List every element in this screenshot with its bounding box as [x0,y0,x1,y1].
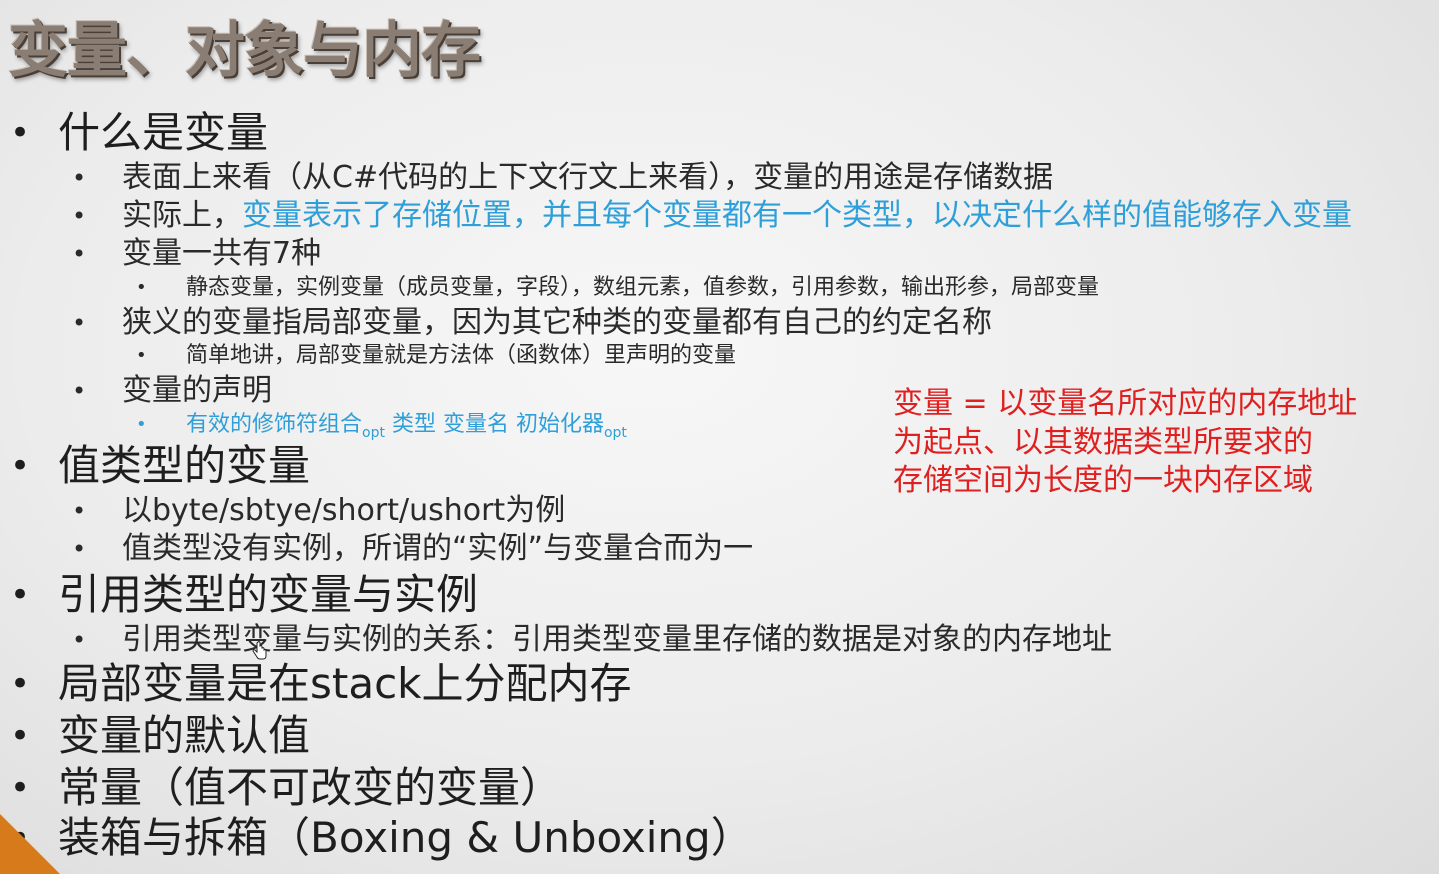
bullet-dot-icon: • [136,277,147,298]
bullet-value-type-variable: • 值类型的变量 [10,441,311,491]
hand-cursor-icon [252,641,268,665]
bullet-dot-icon: • [10,113,31,153]
bullet-default-value: • 变量的默认值 [10,711,311,761]
bullet-text: 值类型没有实例，所谓的“实例”与变量合而为一 [122,531,754,566]
bullet-reference-type-variable: • 引用类型的变量与实例 [10,570,479,620]
bullet-text: 装箱与拆箱（Boxing & Unboxing） [58,813,753,862]
sub-bullet-byte-example: • 以byte/sbtye/short/ushort为例 [72,492,566,530]
bullet-text: 引用类型的变量与实例 [58,570,479,619]
bullet-dot-icon: • [10,575,31,615]
sub-bullet-reference-relation: • 引用类型变量与实例的关系：引用类型变量里存储的数据是对象的内存地址 [72,621,1112,659]
bullet-boxing: • 装箱与拆箱（Boxing & Unboxing） [10,813,753,863]
bullet-text: 什么是变量 [58,108,269,157]
bullet-text: 常量（值不可改变的变量） [58,763,563,812]
bullet-dot-icon: • [72,164,87,192]
corner-decoration [0,814,60,874]
syntax-modifiers: 有效的修饰符组合 [186,412,363,437]
bullet-highlight-text: 变量表示了存储位置，并且每个变量都有一个类型，以决定什么样的值能够存入变量 [242,198,1352,233]
bullet-text: 变量一共有7种 [122,236,322,271]
bullet-dot-icon: • [72,377,87,405]
bullet-text: 狭义的变量指局部变量，因为其它种类的变量都有自己的约定名称 [122,305,992,340]
bullet-dot-icon: • [72,309,87,337]
callout-line: 存储空间为长度的一块内存区域 [893,463,1313,498]
sub-bullet-surface: • 表面上来看（从C#代码的上下文行文上来看），变量的用途是存储数据 [72,159,1054,197]
sub-bullet-narrow-sense: • 狭义的变量指局部变量，因为其它种类的变量都有自己的约定名称 [72,304,992,342]
bullet-dot-icon: • [10,768,31,808]
slide-title: 变量、对象与内存 [8,16,481,86]
bullet-text: 静态变量，实例变量（成员变量，字段），数组元素，值参数，引用参数，输出形参，局部… [186,275,1100,300]
bullet-constant: • 常量（值不可改变的变量） [10,763,563,813]
bullet-text: 值类型的变量 [58,441,311,490]
bullet-dot-icon: • [72,202,87,230]
bullet-dot-icon: • [72,626,87,654]
bullet-text: 变量的声明 [122,373,272,408]
bullet-text: 简单地讲，局部变量就是方法体（函数体）里声明的变量 [186,343,737,368]
bullet-dot-icon: • [72,497,87,525]
syntax-type-name-init: 类型 变量名 初始化器 [384,412,604,437]
sub-bullet-declaration: • 变量的声明 [72,372,272,410]
sub-sub-bullet-local-variable: • 简单地讲，局部变量就是方法体（函数体）里声明的变量 [136,341,737,371]
bullet-text: 实际上， [122,198,242,233]
bullet-stack-allocation: • 局部变量是在stack上分配内存 [10,659,632,709]
bullet-what-is-variable: • 什么是变量 [10,108,269,158]
sub-bullet-seven-kinds: • 变量一共有7种 [72,235,322,273]
callout-line: 变量 = 以变量名所对应的内存地址 [893,386,1358,421]
bullet-text: 变量的默认值 [58,711,311,760]
subscript-opt: opt [603,425,627,441]
bullet-text: 引用类型变量与实例的关系：引用类型变量里存储的数据是对象的内存地址 [122,622,1112,657]
bullet-dot-icon: • [72,240,87,268]
bullet-text: 表面上来看（从C#代码的上下文行文上来看），变量的用途是存储数据 [122,160,1054,195]
bullet-text: 以byte/sbtye/short/ushort为例 [122,493,566,528]
callout-line: 为起点、以其数据类型所要求的 [893,424,1313,460]
bullet-dot-icon: • [10,716,31,756]
sub-bullet-actually: • 实际上，变量表示了存储位置，并且每个变量都有一个类型，以决定什么样的值能够存… [72,197,1352,235]
sub-bullet-no-instance: • 值类型没有实例，所谓的“实例”与变量合而为一 [72,530,754,568]
subscript-opt: opt [362,425,385,441]
bullet-dot-icon: • [136,414,147,435]
sub-sub-bullet-kinds-list: • 静态变量，实例变量（成员变量，字段），数组元素，值参数，引用参数，输出形参，… [136,273,1100,303]
bullet-dot-icon: • [136,345,147,366]
bullet-dot-icon: • [10,446,31,486]
variable-definition-callout: 变量 = 以变量名所对应的内存地址 为起点、以其数据类型所要求的 存储空间为长度… [893,385,1357,501]
bullet-dot-icon: • [10,664,31,704]
bullet-dot-icon: • [72,535,87,563]
bullet-text: 局部变量是在stack上分配内存 [58,659,632,708]
